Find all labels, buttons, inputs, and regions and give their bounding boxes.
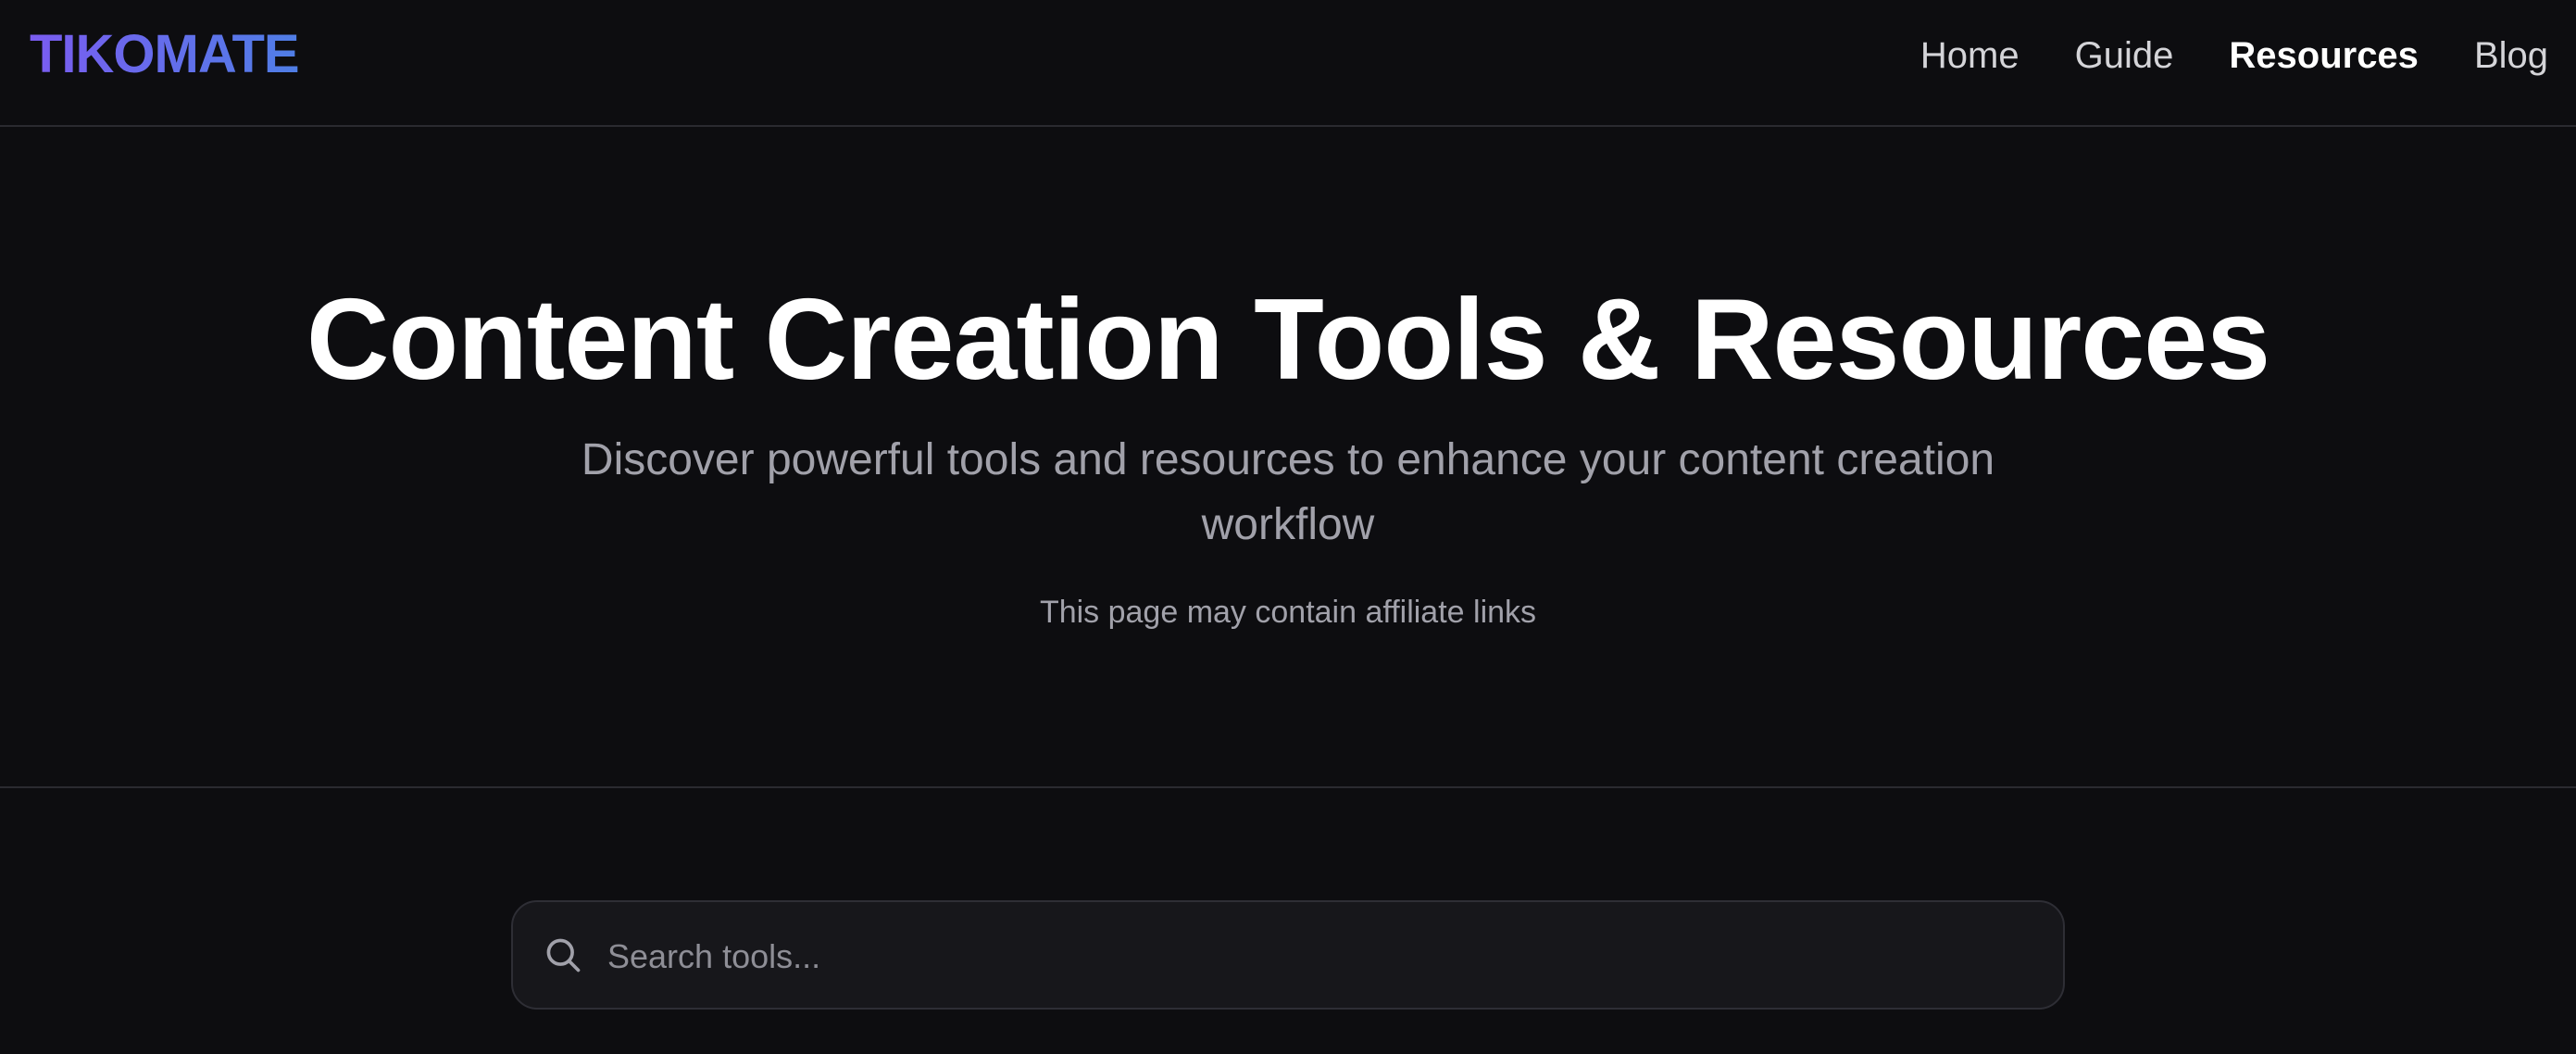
resources-page: TIKOMATE Home Guide Resources Blog Conte… <box>0 0 2576 1054</box>
nav-link-blog[interactable]: Blog <box>2474 0 2548 111</box>
search-input[interactable] <box>606 921 2035 993</box>
search-bar[interactable] <box>511 900 2065 1010</box>
page-title: Content Creation Tools & Resources <box>306 276 2270 404</box>
nav-link-resources[interactable]: Resources <box>2229 0 2419 111</box>
hero-section: Content Creation Tools & Resources Disco… <box>0 127 2576 788</box>
affiliate-disclaimer: This page may contain affiliate links <box>1039 595 1537 630</box>
search-icon <box>546 938 581 972</box>
nav-link-guide[interactable]: Guide <box>2075 0 2174 111</box>
page-subtitle: Discover powerful tools and resources to… <box>581 435 1995 549</box>
main-nav: Home Guide Resources Blog <box>1920 0 2548 111</box>
site-logo[interactable]: TIKOMATE <box>30 24 300 85</box>
nav-link-home[interactable]: Home <box>1920 0 2020 111</box>
site-header: TIKOMATE Home Guide Resources Blog <box>0 0 2576 127</box>
